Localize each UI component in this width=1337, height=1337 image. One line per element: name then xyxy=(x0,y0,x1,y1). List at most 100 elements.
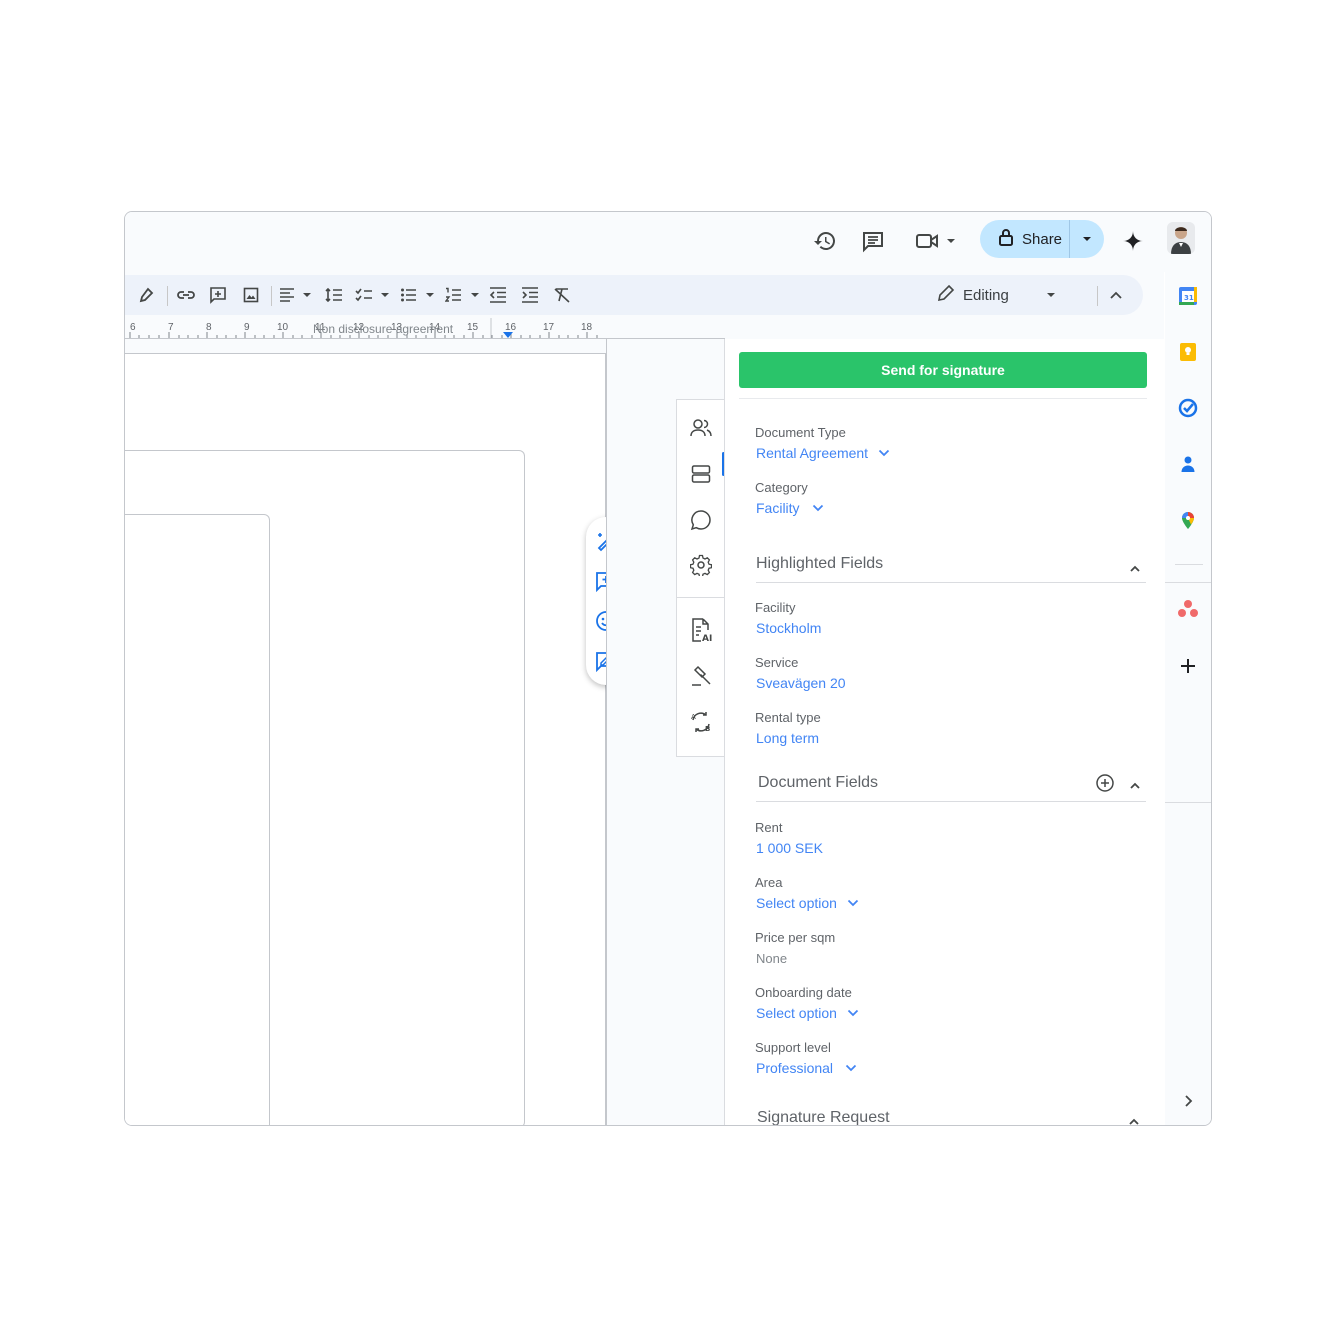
collapse-chevron-icon[interactable] xyxy=(1125,775,1145,795)
lock-icon xyxy=(998,228,1014,251)
category-value: Facility xyxy=(756,500,800,516)
service-label: Service xyxy=(755,655,799,670)
ruler-number: 7 xyxy=(168,322,174,333)
settings-gear-icon[interactable] xyxy=(689,553,713,577)
add-field-icon[interactable] xyxy=(1095,773,1115,793)
document-type-select[interactable]: Rental Agreement xyxy=(756,445,890,461)
align-icon[interactable] xyxy=(279,284,313,306)
people-icon[interactable] xyxy=(689,416,713,440)
chat-icon[interactable] xyxy=(689,508,713,532)
share-button-group: Share xyxy=(980,220,1104,258)
share-dropdown-button[interactable] xyxy=(1070,220,1104,258)
document-page[interactable] xyxy=(125,353,606,1125)
signature-request-title: Signature Request xyxy=(757,1109,890,1126)
line-spacing-icon[interactable] xyxy=(323,284,345,306)
support-level-value: Professional xyxy=(756,1060,834,1076)
editing-label: Editing xyxy=(963,286,1009,304)
area-label: Area xyxy=(755,875,783,890)
ab-compare-icon[interactable]: AB xyxy=(689,710,713,734)
caret-down-icon xyxy=(1045,291,1057,299)
ruler-number: 9 xyxy=(244,322,250,333)
chevron-down-icon xyxy=(812,504,824,512)
category-select[interactable]: Facility xyxy=(756,500,824,516)
video-call-icon[interactable] xyxy=(915,226,959,256)
svg-text:A: A xyxy=(691,713,696,721)
document-type-value: Rental Agreement xyxy=(756,445,869,461)
ruler-number: 10 xyxy=(277,322,289,333)
gavel-icon[interactable] xyxy=(689,664,713,688)
calendar-icon[interactable]: 31 xyxy=(1176,284,1200,308)
ruler-number: 17 xyxy=(543,322,555,333)
formatting-toolbar: Editing xyxy=(125,275,1143,315)
rent-value[interactable]: 1 000 SEK xyxy=(756,840,823,856)
editing-mode-dropdown[interactable]: Editing xyxy=(937,279,1087,311)
service-value[interactable]: Sveavägen 20 xyxy=(756,675,846,691)
bulleted-list-icon[interactable] xyxy=(400,284,436,306)
maps-icon[interactable] xyxy=(1176,508,1200,532)
gemini-sparkle-icon[interactable] xyxy=(1118,226,1148,256)
area-value: Select option xyxy=(756,895,837,911)
document-type-label: Document Type xyxy=(755,425,846,440)
document-title: Non disclosure agreement xyxy=(313,322,454,336)
svg-text:B: B xyxy=(705,725,710,733)
area-select[interactable]: Select option xyxy=(756,895,859,911)
share-label: Share xyxy=(1022,230,1063,248)
onboarding-date-select[interactable]: Select option xyxy=(756,1005,859,1021)
svg-text:31: 31 xyxy=(1184,294,1194,302)
highlighted-fields-title: Highlighted Fields xyxy=(756,555,884,572)
ruler-number: 15 xyxy=(467,322,479,333)
chevron-down-icon xyxy=(878,449,890,457)
ruler-number: 8 xyxy=(206,322,212,333)
chevron-down-icon xyxy=(847,1009,859,1017)
add-icon[interactable] xyxy=(1176,654,1200,678)
support-level-label: Support level xyxy=(755,1040,831,1055)
rent-label: Rent xyxy=(755,820,783,835)
ai-document-icon[interactable]: AI xyxy=(689,618,713,642)
avatar[interactable] xyxy=(1167,222,1195,254)
asana-icon[interactable] xyxy=(1176,597,1200,621)
onboarding-date-label: Onboarding date xyxy=(755,985,852,1000)
comment-icon[interactable] xyxy=(858,226,888,256)
contacts-icon[interactable] xyxy=(1176,452,1200,476)
keep-icon[interactable] xyxy=(1176,340,1200,364)
collapse-chevron-icon[interactable] xyxy=(1124,1111,1144,1125)
svg-text:AI: AI xyxy=(702,634,712,642)
add-comment-icon[interactable] xyxy=(207,284,229,306)
pencil-icon xyxy=(937,284,955,307)
link-icon[interactable] xyxy=(175,284,197,306)
facility-value[interactable]: Stockholm xyxy=(756,620,821,636)
collapse-menus-icon[interactable] xyxy=(1105,284,1127,306)
rental-type-label: Rental type xyxy=(755,710,821,725)
apps-side-bar: 31 xyxy=(1164,272,1211,1125)
chevron-down-icon xyxy=(847,899,859,907)
support-level-select[interactable]: Professional xyxy=(756,1060,857,1076)
share-button[interactable]: Share xyxy=(980,220,1070,258)
ruler[interactable]: 6 7 8 9 10 11 12 13 14 15 16 17 18 Non d… xyxy=(125,318,725,338)
document-fields-title: Document Fields xyxy=(758,774,879,791)
tasks-icon[interactable] xyxy=(1176,396,1200,420)
addon-side-rail: AI AB xyxy=(676,399,725,757)
ruler-number: 18 xyxy=(581,322,593,333)
ruler-number: 16 xyxy=(505,322,517,333)
price-per-sqm-value: None xyxy=(756,951,788,966)
chevron-down-icon xyxy=(845,1064,857,1072)
fields-icon[interactable] xyxy=(689,462,713,486)
increase-indent-icon[interactable] xyxy=(519,284,541,306)
checklist-icon[interactable] xyxy=(355,284,391,306)
collapse-chevron-icon[interactable] xyxy=(1125,558,1145,578)
onboarding-date-value: Select option xyxy=(756,1005,837,1021)
category-label: Category xyxy=(755,480,808,495)
paint-format-icon[interactable] xyxy=(135,284,157,306)
signature-addon-panel: Send for signature Document Type Rental … xyxy=(724,339,1164,1126)
numbered-list-icon[interactable] xyxy=(445,284,481,306)
insert-image-icon[interactable] xyxy=(240,284,262,306)
rental-type-value[interactable]: Long term xyxy=(756,730,819,746)
history-icon[interactable] xyxy=(810,226,840,256)
facility-label: Facility xyxy=(755,600,796,615)
expand-icon[interactable] xyxy=(1176,1089,1200,1113)
clear-formatting-icon[interactable] xyxy=(551,284,573,306)
top-bar: Share xyxy=(125,212,1211,272)
app-window: Share Editing 6 7 8 9 10 11 12 13 14 15 … xyxy=(124,211,1212,1126)
decrease-indent-icon[interactable] xyxy=(487,284,509,306)
send-for-signature-button[interactable]: Send for signature xyxy=(739,352,1147,388)
